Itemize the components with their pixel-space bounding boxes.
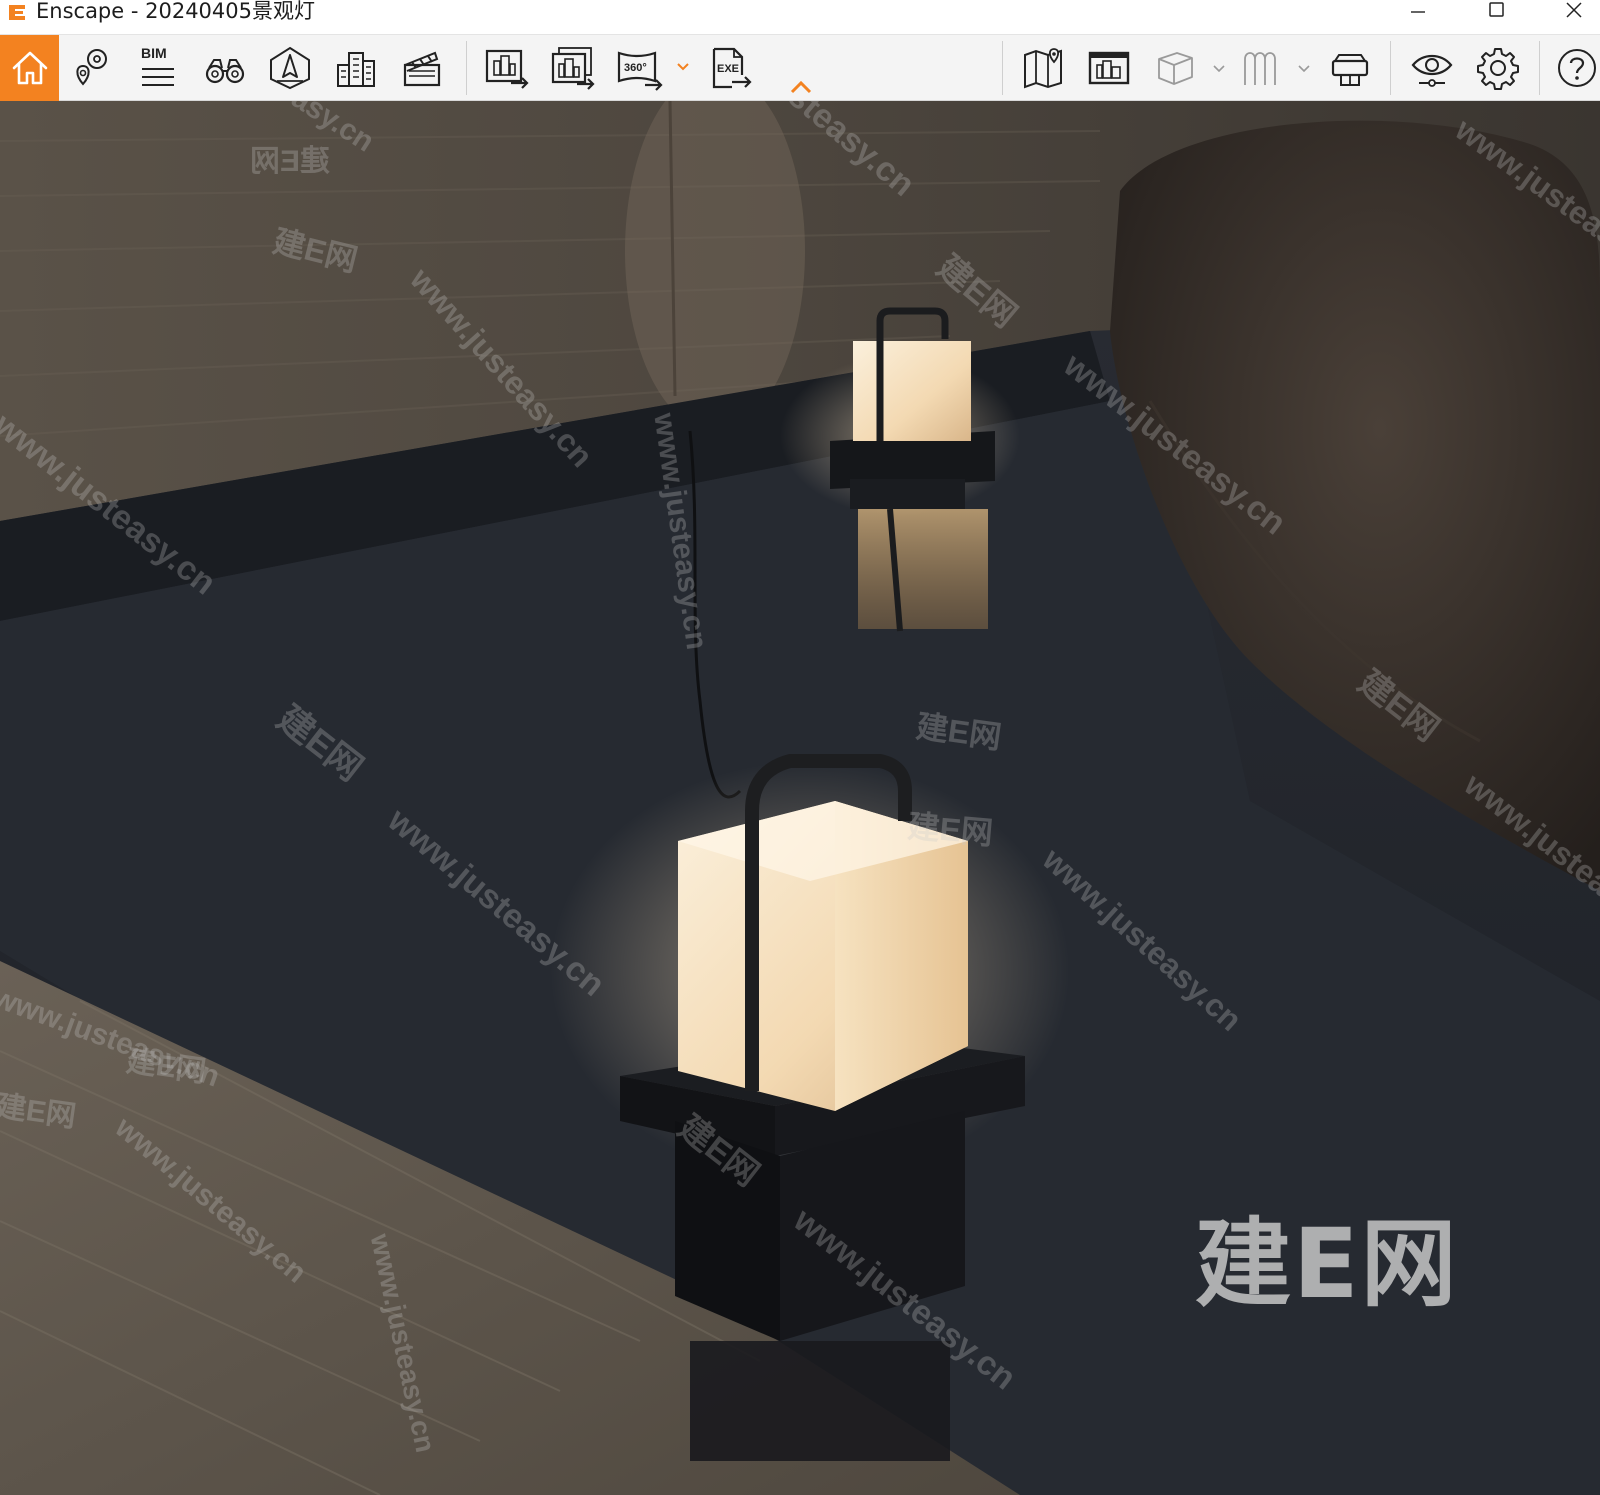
location-pin-icon — [76, 49, 107, 86]
compass-icon — [270, 46, 310, 90]
people-icon — [1244, 52, 1276, 85]
close-button[interactable] — [1552, 0, 1596, 24]
render-export-icon — [485, 49, 529, 89]
view-management-button[interactable] — [264, 41, 316, 95]
watermark: 建E网 — [249, 145, 330, 178]
settings-gear-icon — [1477, 48, 1519, 90]
batch-render-icon — [551, 47, 595, 90]
toolbar-separator — [1002, 41, 1003, 95]
vr-headset-button[interactable] — [1324, 41, 1376, 95]
maximize-button[interactable] — [1475, 0, 1519, 24]
visual-settings-button[interactable] — [1406, 41, 1458, 95]
bim-icon: BIM — [141, 45, 174, 86]
exe-label: EXE — [717, 63, 739, 75]
binoculars-icon — [205, 59, 245, 84]
chevron-down-icon — [1213, 65, 1225, 73]
exe-export-icon: EXE — [712, 47, 752, 89]
panorama-dropdown[interactable] — [676, 59, 690, 79]
minimize-button[interactable] — [1396, 0, 1440, 24]
close-icon — [1566, 2, 1582, 18]
watermark: 建E网 — [906, 807, 995, 852]
map-button[interactable] — [1018, 41, 1070, 95]
home-button[interactable] — [0, 35, 59, 101]
asset-library-button[interactable] — [1083, 41, 1135, 95]
object-button[interactable] — [1149, 41, 1201, 95]
bim-button[interactable]: BIM — [131, 41, 183, 95]
bim-label: BIM — [141, 45, 167, 61]
walk-mode-button[interactable] — [199, 41, 251, 95]
render-image-button[interactable] — [481, 41, 533, 95]
maximize-icon — [1489, 2, 1504, 17]
buildings-button[interactable] — [330, 41, 382, 95]
batch-render-button[interactable] — [547, 41, 599, 95]
home-icon — [12, 51, 47, 85]
object-dropdown[interactable] — [1212, 61, 1226, 77]
toolbar-separator — [1539, 41, 1540, 95]
asset-library-icon — [1088, 51, 1130, 85]
people-button[interactable] — [1236, 41, 1288, 95]
chevron-down-icon — [1298, 65, 1310, 73]
help-icon — [1558, 49, 1596, 87]
map-icon — [1024, 48, 1062, 89]
panorama-360-icon: 360° — [617, 51, 663, 91]
toolbar-separator — [1390, 41, 1391, 95]
exe-export-button[interactable]: EXE — [705, 41, 757, 95]
toolbar-separator — [466, 41, 467, 95]
window-title: Enscape - 20240405景观灯 — [36, 0, 315, 23]
minimize-icon — [1411, 11, 1425, 13]
clapperboard-icon — [403, 51, 441, 87]
main-toolbar: BIM 360° EXE — [0, 35, 1600, 101]
vr-headset-icon — [1331, 54, 1369, 86]
buildings-icon — [337, 52, 375, 87]
eye-icon — [1411, 54, 1453, 87]
enscape-logo-icon — [9, 5, 25, 20]
collapse-toolbar-button[interactable] — [789, 79, 813, 97]
help-button[interactable] — [1554, 41, 1600, 95]
collapse-caret-icon — [790, 80, 812, 94]
location-button[interactable] — [66, 41, 118, 95]
brand-watermark: 建E网 — [1195, 1208, 1459, 1320]
video-editor-button[interactable] — [396, 41, 448, 95]
chevron-down-icon — [677, 63, 689, 71]
panorama-label: 360° — [624, 62, 647, 74]
people-dropdown[interactable] — [1297, 61, 1311, 77]
title-bar: Enscape - 20240405景观灯 — [0, 0, 1600, 35]
panorama-button[interactable]: 360° — [614, 41, 666, 95]
cube-icon — [1158, 52, 1193, 85]
settings-button[interactable] — [1472, 41, 1524, 95]
render-viewport[interactable]: www.justeasy.cn www.justeasy.cn 建E网 建E网 … — [0, 101, 1600, 1495]
